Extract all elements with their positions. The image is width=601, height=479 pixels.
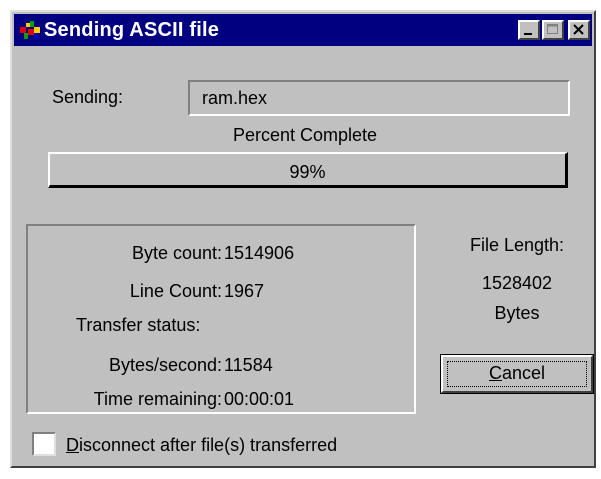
window-title: Sending ASCII file [44,19,220,41]
transfer-status-label: Transfer status: [76,315,201,335]
bytes-per-second-label: Bytes/second: [108,355,222,375]
cancel-button-label: Cancel [441,362,593,384]
file-length-value: 1528402 [481,273,553,293]
sending-ascii-file-dialog: Sending ASCII file Sending: ram.hex Perc… [10,10,596,468]
disconnect-mnemonic: D [66,435,79,455]
file-length-unit: Bytes [494,303,540,323]
close-button[interactable] [568,20,590,40]
disconnect-checkbox-label[interactable]: Disconnect after file(s) transferred [66,434,337,456]
disconnect-label-rest: isconnect after file(s) transferred [79,435,338,455]
time-remaining-label: Time remaining: [93,389,222,409]
byte-count-label: Byte count: [131,243,222,263]
bytes-per-second-value: 11584 [224,355,273,375]
sending-file-name: ram.hex [202,88,268,108]
transfer-stats-panel: Byte count: 1514906 Line Count: 1967 Tra… [26,224,416,414]
cancel-mnemonic: C [488,363,502,383]
file-length-label: File Length: [469,235,565,255]
time-remaining-value: 00:00:01 [224,389,295,409]
minimize-icon [524,33,532,35]
title-bar[interactable]: Sending ASCII file [14,14,592,46]
line-count-label: Line Count: [129,281,222,301]
maximize-button[interactable] [542,20,564,40]
maximize-icon [547,24,558,34]
close-icon [573,24,584,35]
cancel-button[interactable]: Cancel [440,354,594,394]
sending-file-field: ram.hex [188,80,570,116]
percent-complete-label: Percent Complete [232,125,378,145]
progress-track: 99% [54,157,561,182]
progress-bar: 99% [48,152,568,188]
line-count-value: 1967 [224,281,265,301]
byte-count-value: 1514906 [224,243,295,263]
sending-label: Sending: [52,87,124,107]
disconnect-checkbox[interactable] [32,432,56,456]
minimize-button[interactable] [518,20,540,40]
cancel-label-rest: ancel [501,363,546,383]
terminal-app-icon [20,21,40,39]
progress-percent-text: 99% [289,162,326,182]
